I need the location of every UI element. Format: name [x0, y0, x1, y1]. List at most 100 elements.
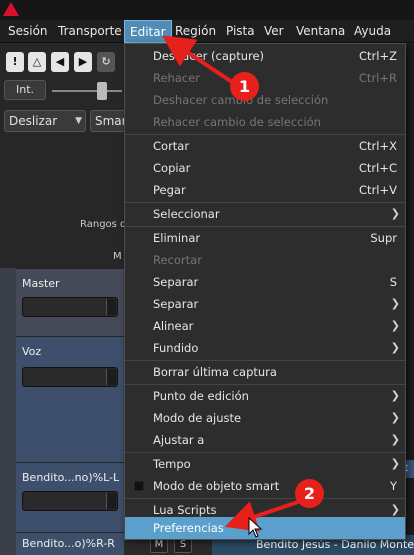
menu-item-label: Cortar	[153, 139, 190, 153]
annotation-badge-1: 1	[230, 72, 259, 101]
menu-item-delete[interactable]: Eliminar Supr	[125, 227, 405, 249]
menu-item-shortcut: Ctrl+C	[358, 161, 397, 175]
menu-item-label: Pegar	[153, 183, 186, 197]
menu-pista[interactable]: Pista	[221, 20, 260, 43]
menu-item-label: Punto de edición	[153, 389, 249, 403]
menu-item-label: Separar	[153, 275, 199, 289]
menu-item-label: Deshacer (capture)	[153, 49, 265, 63]
menu-item-remove-last-capture[interactable]: Borrar última captura	[125, 361, 405, 383]
menu-item-redo-selection: Rehacer cambio de selección	[125, 111, 405, 133]
menu-item-label: Separar	[153, 297, 199, 311]
goto-end-icon[interactable]: ▶	[74, 52, 92, 72]
track-name: Voz	[22, 345, 42, 358]
menu-item-shortcut: Ctrl+V	[359, 183, 397, 197]
menu-item-undo[interactable]: Deshacer (capture) Ctrl+Z	[125, 45, 405, 67]
menu-item-undo-selection: Deshacer cambio de selección	[125, 89, 405, 111]
menu-item-label: Rehacer	[153, 71, 201, 85]
track-name: Bendito...no)%L-L	[22, 471, 120, 484]
annotation-badge-2: 2	[295, 479, 324, 508]
menu-item-redo: Rehacer Ctrl+R	[125, 67, 405, 89]
edit-mode-value: Deslizar	[9, 114, 58, 128]
menu-item-shortcut: Ctrl+Z	[359, 49, 397, 63]
menu-sesion[interactable]: Sesión	[3, 20, 53, 43]
menu-item-shortcut: Ctrl+X	[359, 139, 397, 153]
chevron-right-icon: ❯	[390, 297, 400, 310]
menu-ver[interactable]: Ver	[259, 20, 289, 43]
chevron-down-icon: ▼	[75, 116, 82, 126]
menu-item-shortcut: Supr	[370, 231, 397, 245]
menu-item-label: Ajustar a	[153, 433, 205, 447]
chevron-right-icon: ❯	[390, 411, 400, 424]
menu-item-snap-mode[interactable]: Modo de ajuste ❯	[125, 407, 405, 429]
edit-mode-select[interactable]: Deslizar ▼	[4, 110, 86, 132]
chevron-right-icon: ❯	[390, 389, 400, 402]
track-name: Bendito...o)%R-R	[22, 537, 115, 550]
nudge-slider-track[interactable]	[52, 90, 122, 92]
chevron-right-icon: ❯	[390, 319, 400, 332]
goto-start-icon[interactable]: ◀	[51, 52, 69, 72]
menubar: Sesión Transporte Editar Región Pista Ve…	[0, 20, 414, 43]
menu-item-label: Preferencias	[153, 521, 224, 535]
menu-item-split-submenu[interactable]: Separar ❯	[125, 293, 405, 315]
menu-item-select[interactable]: Seleccionar ❯	[125, 203, 405, 225]
track-name: Master	[22, 277, 60, 290]
track-headers: Master Voz Bendito...no)%L-L Bendito...o…	[0, 268, 124, 555]
track-bendito-l[interactable]: Bendito...no)%L-L	[16, 462, 124, 532]
menu-transporte[interactable]: Transporte	[53, 20, 127, 43]
menu-item-label: Eliminar	[153, 231, 201, 245]
chevron-right-icon: ❯	[390, 207, 400, 220]
fader-cap[interactable]	[106, 369, 116, 385]
fader-cap[interactable]	[106, 493, 116, 509]
menu-item-paste[interactable]: Pegar Ctrl+V	[125, 179, 405, 201]
menu-item-label: Tempo	[153, 457, 191, 471]
gain-fader[interactable]	[22, 491, 118, 511]
menu-item-snap-to[interactable]: Ajustar a ❯	[125, 429, 405, 451]
gain-fader[interactable]	[22, 297, 118, 317]
edit-menu-dropdown: Deshacer (capture) Ctrl+Z Rehacer Ctrl+R…	[124, 43, 406, 540]
editor-canvas-edge	[406, 44, 414, 555]
menu-ayuda[interactable]: Ayuda	[349, 20, 396, 43]
menu-region[interactable]: Región	[170, 20, 221, 43]
menu-item-fade[interactable]: Fundido ❯	[125, 337, 405, 359]
chevron-right-icon: ❯	[390, 457, 400, 470]
menu-item-label: Borrar última captura	[153, 365, 277, 379]
menu-item-label: Modo de objeto smart	[153, 479, 280, 493]
menu-item-shortcut: S	[389, 275, 397, 289]
track-voz[interactable]: Voz	[16, 336, 124, 462]
menu-item-split[interactable]: Separar S	[125, 271, 405, 293]
metronome-icon[interactable]: △	[28, 52, 46, 72]
menu-item-cut[interactable]: Cortar Ctrl+X	[125, 135, 405, 157]
checkbox-icon[interactable]	[134, 481, 144, 491]
chevron-right-icon: ❯	[390, 433, 400, 446]
nudge-slider-knob[interactable]	[97, 82, 107, 100]
app-logo-icon	[3, 2, 19, 16]
menu-item-edit-point[interactable]: Punto de edición ❯	[125, 385, 405, 407]
menu-item-label: Seleccionar	[153, 207, 220, 221]
menu-ventana[interactable]: Ventana	[291, 20, 350, 43]
menu-item-label: Fundido	[153, 341, 199, 355]
menu-item-preferences[interactable]: Preferencias	[125, 517, 405, 539]
markers-label: M	[113, 251, 122, 262]
chevron-right-icon: ❯	[390, 341, 400, 354]
menu-item-tempo[interactable]: Tempo ❯	[125, 453, 405, 475]
menu-item-label: Copiar	[153, 161, 191, 175]
menu-item-align[interactable]: Alinear ❯	[125, 315, 405, 337]
menu-item-shortcut: Ctrl+R	[358, 71, 397, 85]
menu-item-smart-mode[interactable]: Modo de objeto smart Y	[125, 475, 405, 497]
gain-fader[interactable]	[22, 367, 118, 387]
int-button[interactable]: Int.	[4, 80, 46, 100]
fader-cap[interactable]	[106, 299, 116, 315]
menu-item-label: Alinear	[153, 319, 194, 333]
menu-item-crop: Recortar	[125, 249, 405, 271]
menu-item-label: Rehacer cambio de selección	[153, 115, 321, 129]
menu-item-label: Modo de ajuste	[153, 411, 242, 425]
menu-item-copy[interactable]: Copiar Ctrl+C	[125, 157, 405, 179]
menu-editar[interactable]: Editar	[124, 20, 172, 43]
menu-item-shortcut: Y	[389, 479, 397, 493]
title-bar	[0, 0, 414, 20]
track-master[interactable]: Master	[16, 268, 124, 336]
loop-icon[interactable]: ↻	[97, 52, 115, 72]
snap-mode-value: Smar	[95, 114, 127, 128]
punch-icon[interactable]: !	[6, 52, 24, 72]
track-bendito-r[interactable]: Bendito...o)%R-R	[16, 532, 124, 555]
